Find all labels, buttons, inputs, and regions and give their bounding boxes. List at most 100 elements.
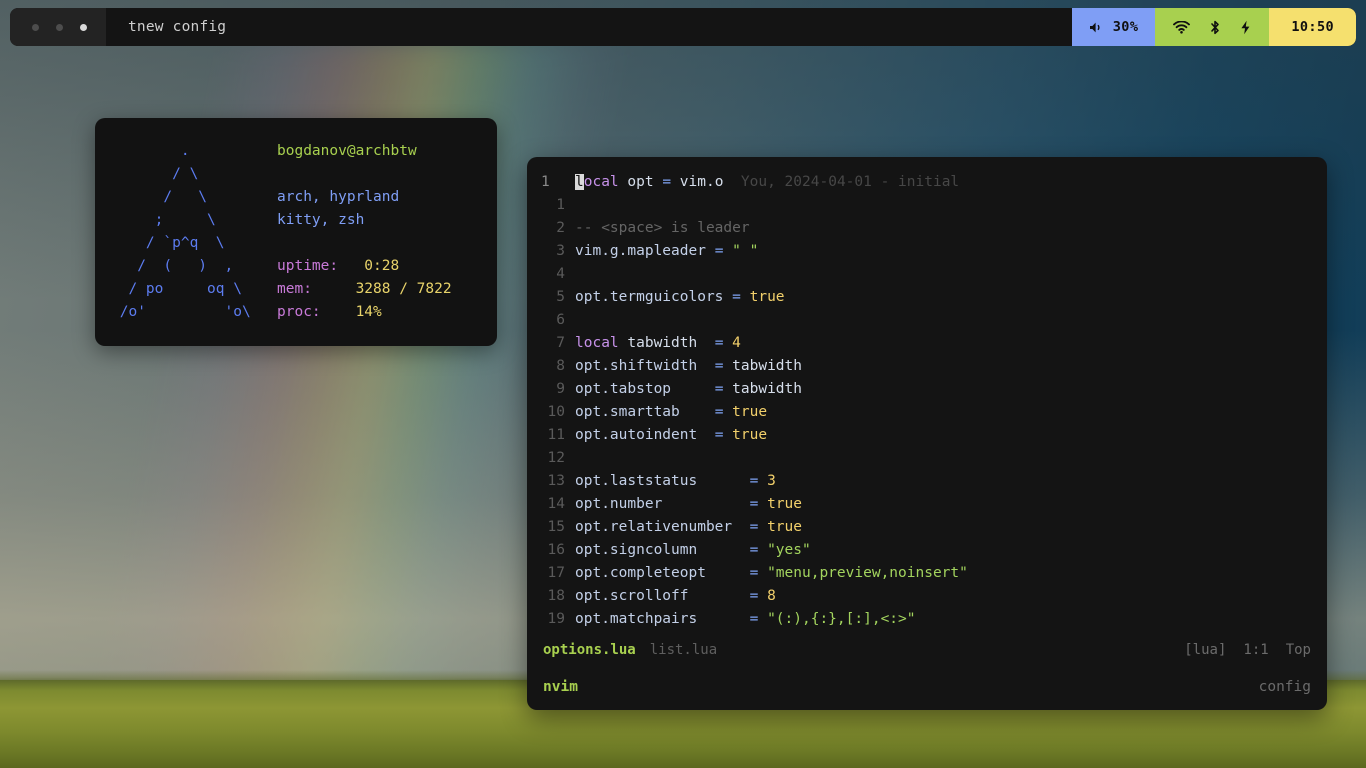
fetch-uptime-value: 0:28 [338,258,400,274]
volume-module[interactable]: 30% [1071,8,1156,46]
code-line[interactable]: 8 opt.shiftwidth = tabwidth [527,355,1327,378]
line-number: 11 [547,427,565,443]
code-token: opt.signcolumn [575,542,698,558]
code-line[interactable]: 12 [527,447,1327,470]
fetch-row-proc: proc: 14% [277,301,452,324]
code-line-text: opt.laststatus = 3 [575,470,1327,493]
text-cursor: l [575,174,584,190]
bluetooth-icon[interactable] [1209,20,1221,35]
code-token: opt.smarttab [575,404,680,420]
code-buffer[interactable]: 1 local opt = vim.o You, 2024-04-01 - ini… [527,157,1327,631]
code-token: opt.matchpairs [575,611,698,627]
clock-module[interactable]: 10:50 [1269,8,1356,46]
code-line[interactable]: 1 local opt = vim.o You, 2024-04-01 - ini… [527,171,1327,194]
window-title: tnew config [128,19,227,35]
line-number: 19 [547,611,565,627]
arch-ascii-art: . / \ / \ ; \ / `p^q \ / ( ) , / po oq \… [119,143,251,320]
fetch-term-shell: kitty, zsh [277,212,365,228]
speaker-icon [1089,21,1104,34]
window-dot-2[interactable] [56,23,63,31]
code-token: " " [732,243,759,259]
window-controls[interactable] [10,8,106,46]
code-line[interactable]: 19 opt.matchpairs = "(:),{:},[:],<:>" [527,608,1327,631]
code-line[interactable]: 13 opt.laststatus = 3 [527,470,1327,493]
status-modules: 30% 10:50 [1071,8,1356,46]
buffer-tab-inactive[interactable]: list.lua [650,642,717,658]
code-token: "menu,preview,noinsert" [767,565,968,581]
tmux-window-name[interactable]: nvim [543,679,578,695]
code-token: opt.shiftwidth [575,358,698,374]
top-status-bar: tnew config 30% 10:50 [10,8,1356,46]
editor-statusline: options.lua list.lua [lua] 1:1 Top [527,637,1327,663]
window-dot-1[interactable] [32,23,39,31]
system-module[interactable] [1155,8,1270,46]
code-line[interactable]: 2 -- <space> is leader [527,217,1327,240]
code-token: true [767,519,802,535]
code-token: true [732,427,768,443]
editor-window[interactable]: 1 local opt = vim.o You, 2024-04-01 - ini… [527,157,1327,710]
code-line[interactable]: 9 opt.tabstop = tabwidth [527,378,1327,401]
code-line-text: opt.relativenumber = true [575,516,1327,539]
charging-bolt-icon[interactable] [1240,20,1251,35]
fetch-proc-key: proc: [277,304,321,320]
buffer-tab-active[interactable]: options.lua [543,642,636,658]
fetch-os-wm: arch, hyprland [277,189,400,205]
code-line[interactable]: 3 vim.g.mapleader = " " [527,240,1327,263]
code-token: vim.g.mapleader [575,243,706,259]
code-line[interactable]: 11 opt.autoindent = true [527,424,1327,447]
code-token: true [732,404,768,420]
code-line[interactable]: 15 opt.relativenumber = true [527,516,1327,539]
code-line[interactable]: 7 local tabwidth = 4 [527,332,1327,355]
code-line-text: opt.termguicolors = true [575,286,1327,309]
line-number: 5 [556,289,565,305]
line-number: 7 [556,335,565,351]
line-number: 2 [556,220,565,236]
tmux-session-name[interactable]: config [1259,679,1311,695]
code-line[interactable]: 16 opt.signcolumn = "yes" [527,539,1327,562]
code-line[interactable]: 6 [527,309,1327,332]
code-line-text: opt.smarttab = true [575,401,1327,424]
code-line[interactable]: 1 [527,194,1327,217]
code-line[interactable]: 17 opt.completeopt = "menu,preview,noinse… [527,562,1327,585]
line-number: 17 [547,565,565,581]
code-token: opt.autoindent [575,427,698,443]
code-line[interactable]: 10 opt.smarttab = true [527,401,1327,424]
code-token: tabwidth [732,381,802,397]
code-line[interactable]: 5 opt.termguicolors = true [527,286,1327,309]
statusline-right: [lua] 1:1 Top [1184,642,1311,658]
line-number: 3 [556,243,565,259]
code-line[interactable]: 14 opt.number = true [527,493,1327,516]
line-number: 13 [547,473,565,489]
buffer-tabs[interactable]: options.lua list.lua [543,642,717,658]
system-fetch-window: . / \ / \ ; \ / `p^q \ / ( ) , / po oq \… [95,118,497,346]
code-token: 8 [767,588,776,604]
window-dot-3[interactable] [80,23,87,31]
volume-level: 30% [1112,19,1139,35]
wifi-icon[interactable] [1173,20,1191,34]
code-token: opt.completeopt [575,565,706,581]
desktop: tnew config 30% 10:50 . / \ / \ ; \ / `p… [0,0,1366,768]
code-line-text: local opt = vim.o You, 2024-04-01 - init… [575,171,1327,194]
code-line[interactable]: 18 opt.scrolloff = 8 [527,585,1327,608]
code-line-text: vim.g.mapleader = " " [575,240,1327,263]
code-line-text: opt.signcolumn = "yes" [575,539,1327,562]
filetype-indicator: [lua] [1184,642,1227,658]
line-number: 4 [556,266,565,282]
code-line[interactable]: 4 [527,263,1327,286]
